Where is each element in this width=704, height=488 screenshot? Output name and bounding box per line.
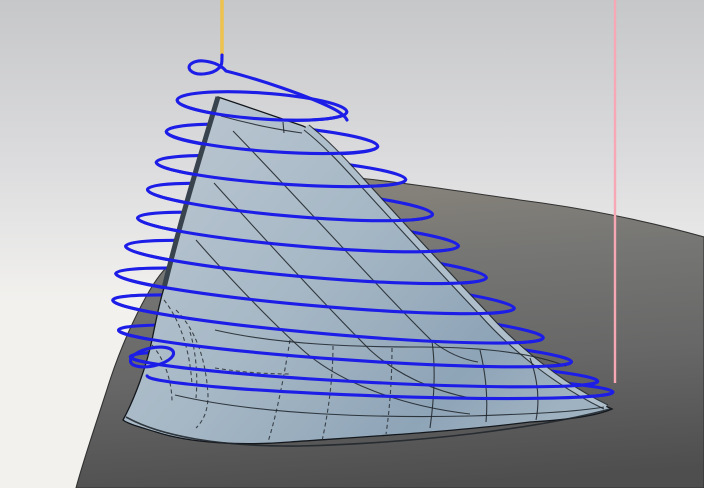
viewport-canvas xyxy=(0,0,704,488)
cam-viewport[interactable] xyxy=(0,0,704,488)
